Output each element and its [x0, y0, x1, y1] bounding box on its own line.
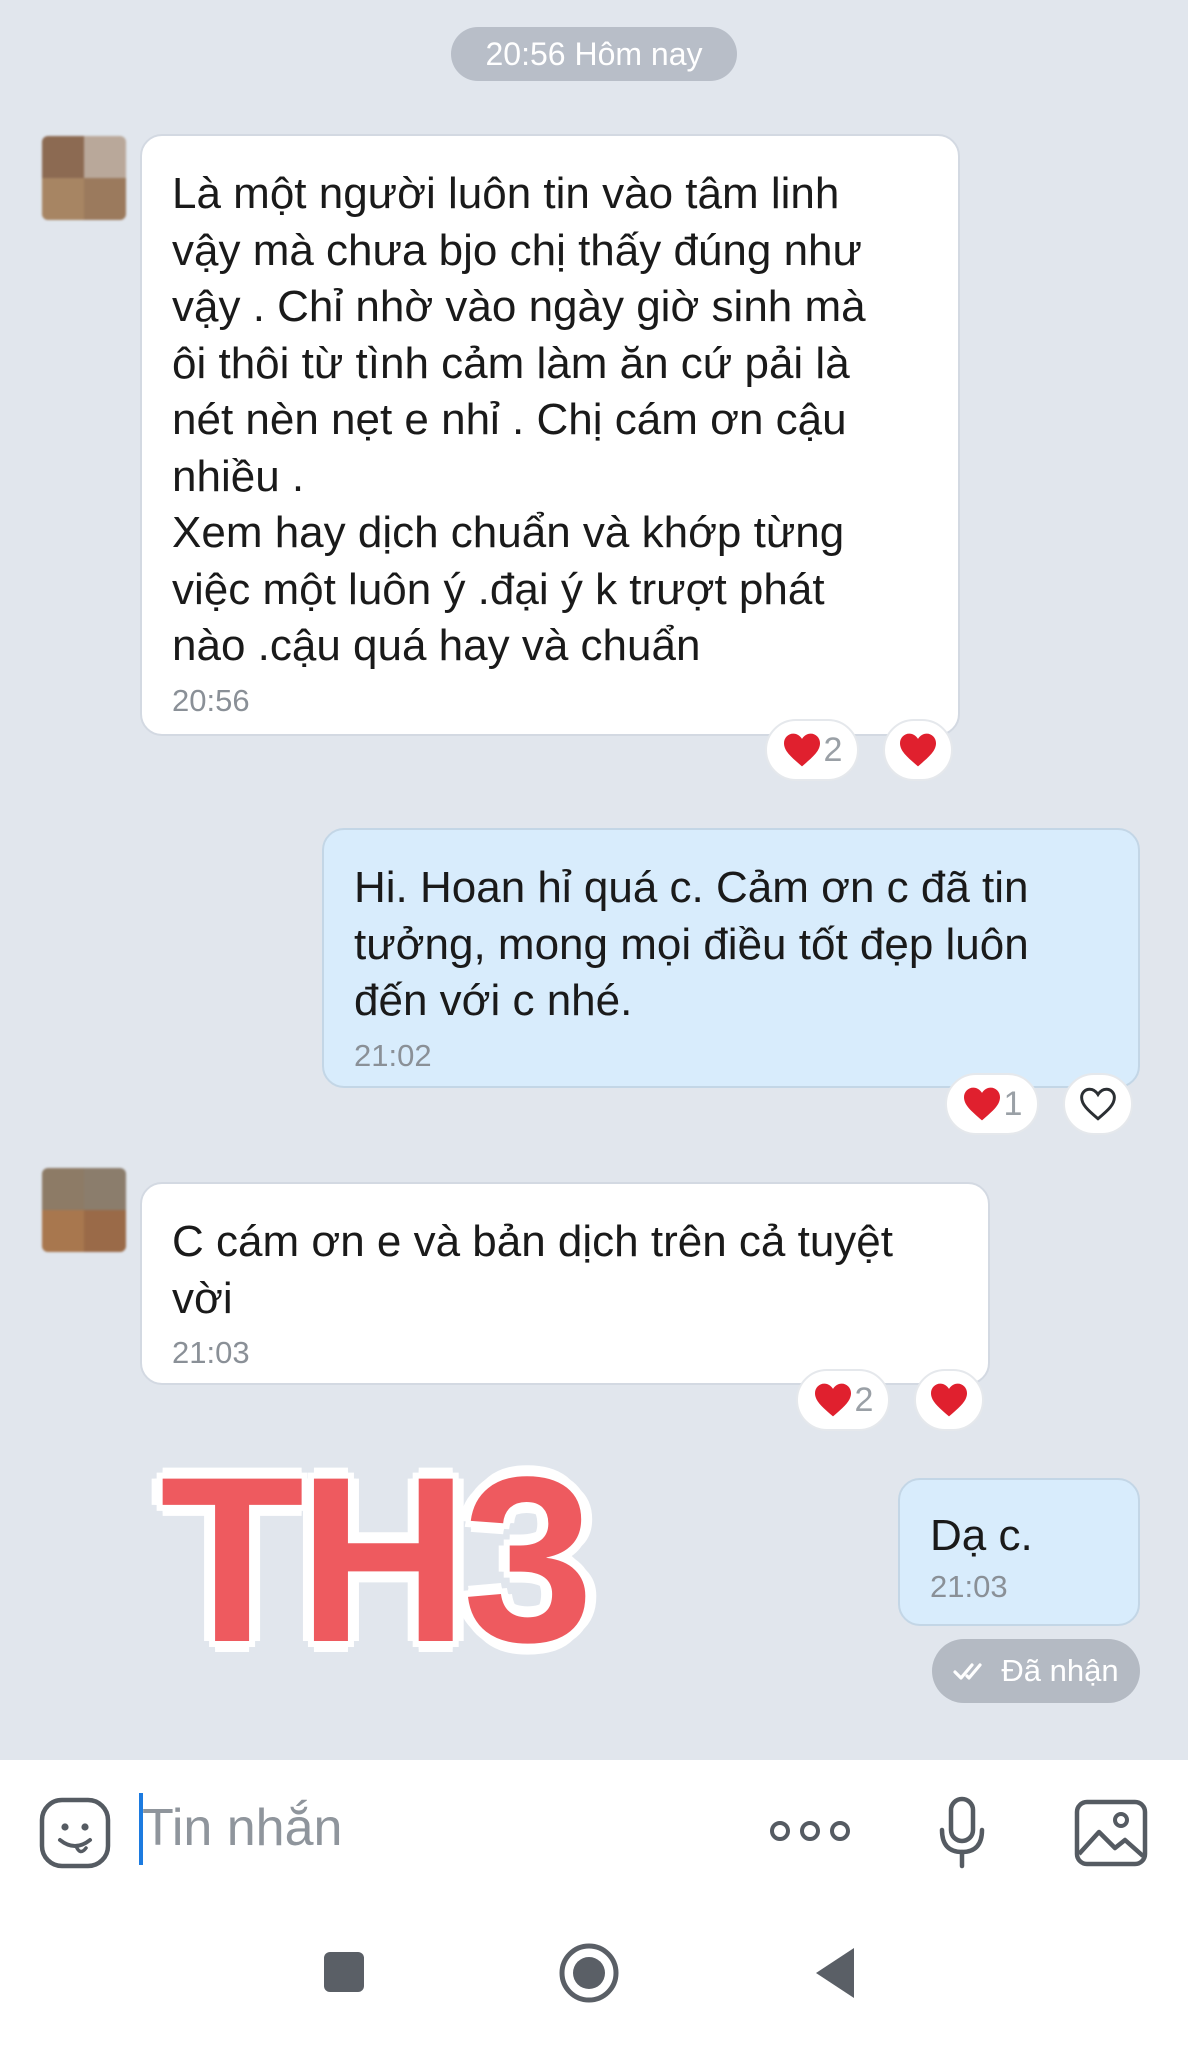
chat-area[interactable]: 20:56 Hôm nay Là một người luôn tin vào …: [0, 0, 1188, 1760]
message-bubble-incoming[interactable]: Là một người luôn tin vào tâm linh vậy m…: [140, 134, 960, 736]
message-composer: [0, 1760, 1188, 1898]
double-check-icon: [953, 1663, 982, 1680]
image-gallery-icon[interactable]: [1073, 1798, 1149, 1868]
reaction-count: 2: [854, 1380, 874, 1419]
message-time: 21:03: [172, 1335, 250, 1370]
reaction-summary[interactable]: 2: [765, 719, 859, 781]
avatar[interactable]: [42, 1168, 126, 1252]
reaction-count: 2: [823, 730, 843, 769]
heart-icon: [931, 1383, 967, 1417]
heart-icon: [900, 733, 936, 767]
watermark-text: TH3: [160, 1428, 594, 1692]
react-button[interactable]: [1063, 1073, 1133, 1135]
system-navigation-bar: [0, 1898, 1188, 2048]
heart-icon: [963, 1087, 1000, 1121]
reaction-summary[interactable]: 1: [945, 1073, 1039, 1135]
date-separator: 20:56 Hôm nay: [451, 27, 737, 81]
message-time: 21:02: [354, 1037, 432, 1073]
message-bubble-incoming[interactable]: C cám ơn e và bản dịch trên cả tuyệt vời…: [140, 1182, 990, 1385]
microphone-icon[interactable]: [938, 1796, 986, 1870]
emoji-sticker-icon[interactable]: [38, 1796, 112, 1870]
delivery-status: Đã nhận: [932, 1639, 1140, 1703]
message-time: 20:56: [172, 682, 250, 718]
back-icon[interactable]: [812, 1946, 856, 2000]
message-text: Là một người luôn tin vào tâm linh vậy m…: [172, 169, 866, 670]
delivery-status-text: Đã nhận: [1001, 1653, 1119, 1688]
reaction-count: 1: [1003, 1084, 1023, 1123]
message-text: C cám ơn e và bản dịch trên cả tuyệt vời: [172, 1217, 893, 1323]
recent-apps-icon[interactable]: [322, 1950, 366, 1994]
avatar[interactable]: [42, 136, 126, 220]
more-options-icon[interactable]: [768, 1816, 852, 1846]
react-button[interactable]: [883, 719, 953, 781]
reaction-summary[interactable]: 2: [796, 1369, 890, 1431]
home-icon[interactable]: [558, 1942, 620, 2004]
message-bubble-outgoing[interactable]: Dạ c. 21:03: [898, 1478, 1140, 1626]
message-time: 21:03: [930, 1568, 1008, 1604]
heart-outline-icon: [1080, 1087, 1116, 1121]
heart-icon: [814, 1383, 851, 1417]
react-button[interactable]: [914, 1369, 984, 1431]
message-text: Dạ c.: [930, 1511, 1033, 1560]
message-input[interactable]: [136, 1790, 702, 1866]
heart-icon: [783, 733, 820, 767]
message-bubble-outgoing[interactable]: Hi. Hoan hỉ quá c. Cảm ơn c đã tin tưởng…: [322, 828, 1140, 1088]
message-text: Hi. Hoan hỉ quá c. Cảm ơn c đã tin tưởng…: [354, 863, 1029, 1025]
